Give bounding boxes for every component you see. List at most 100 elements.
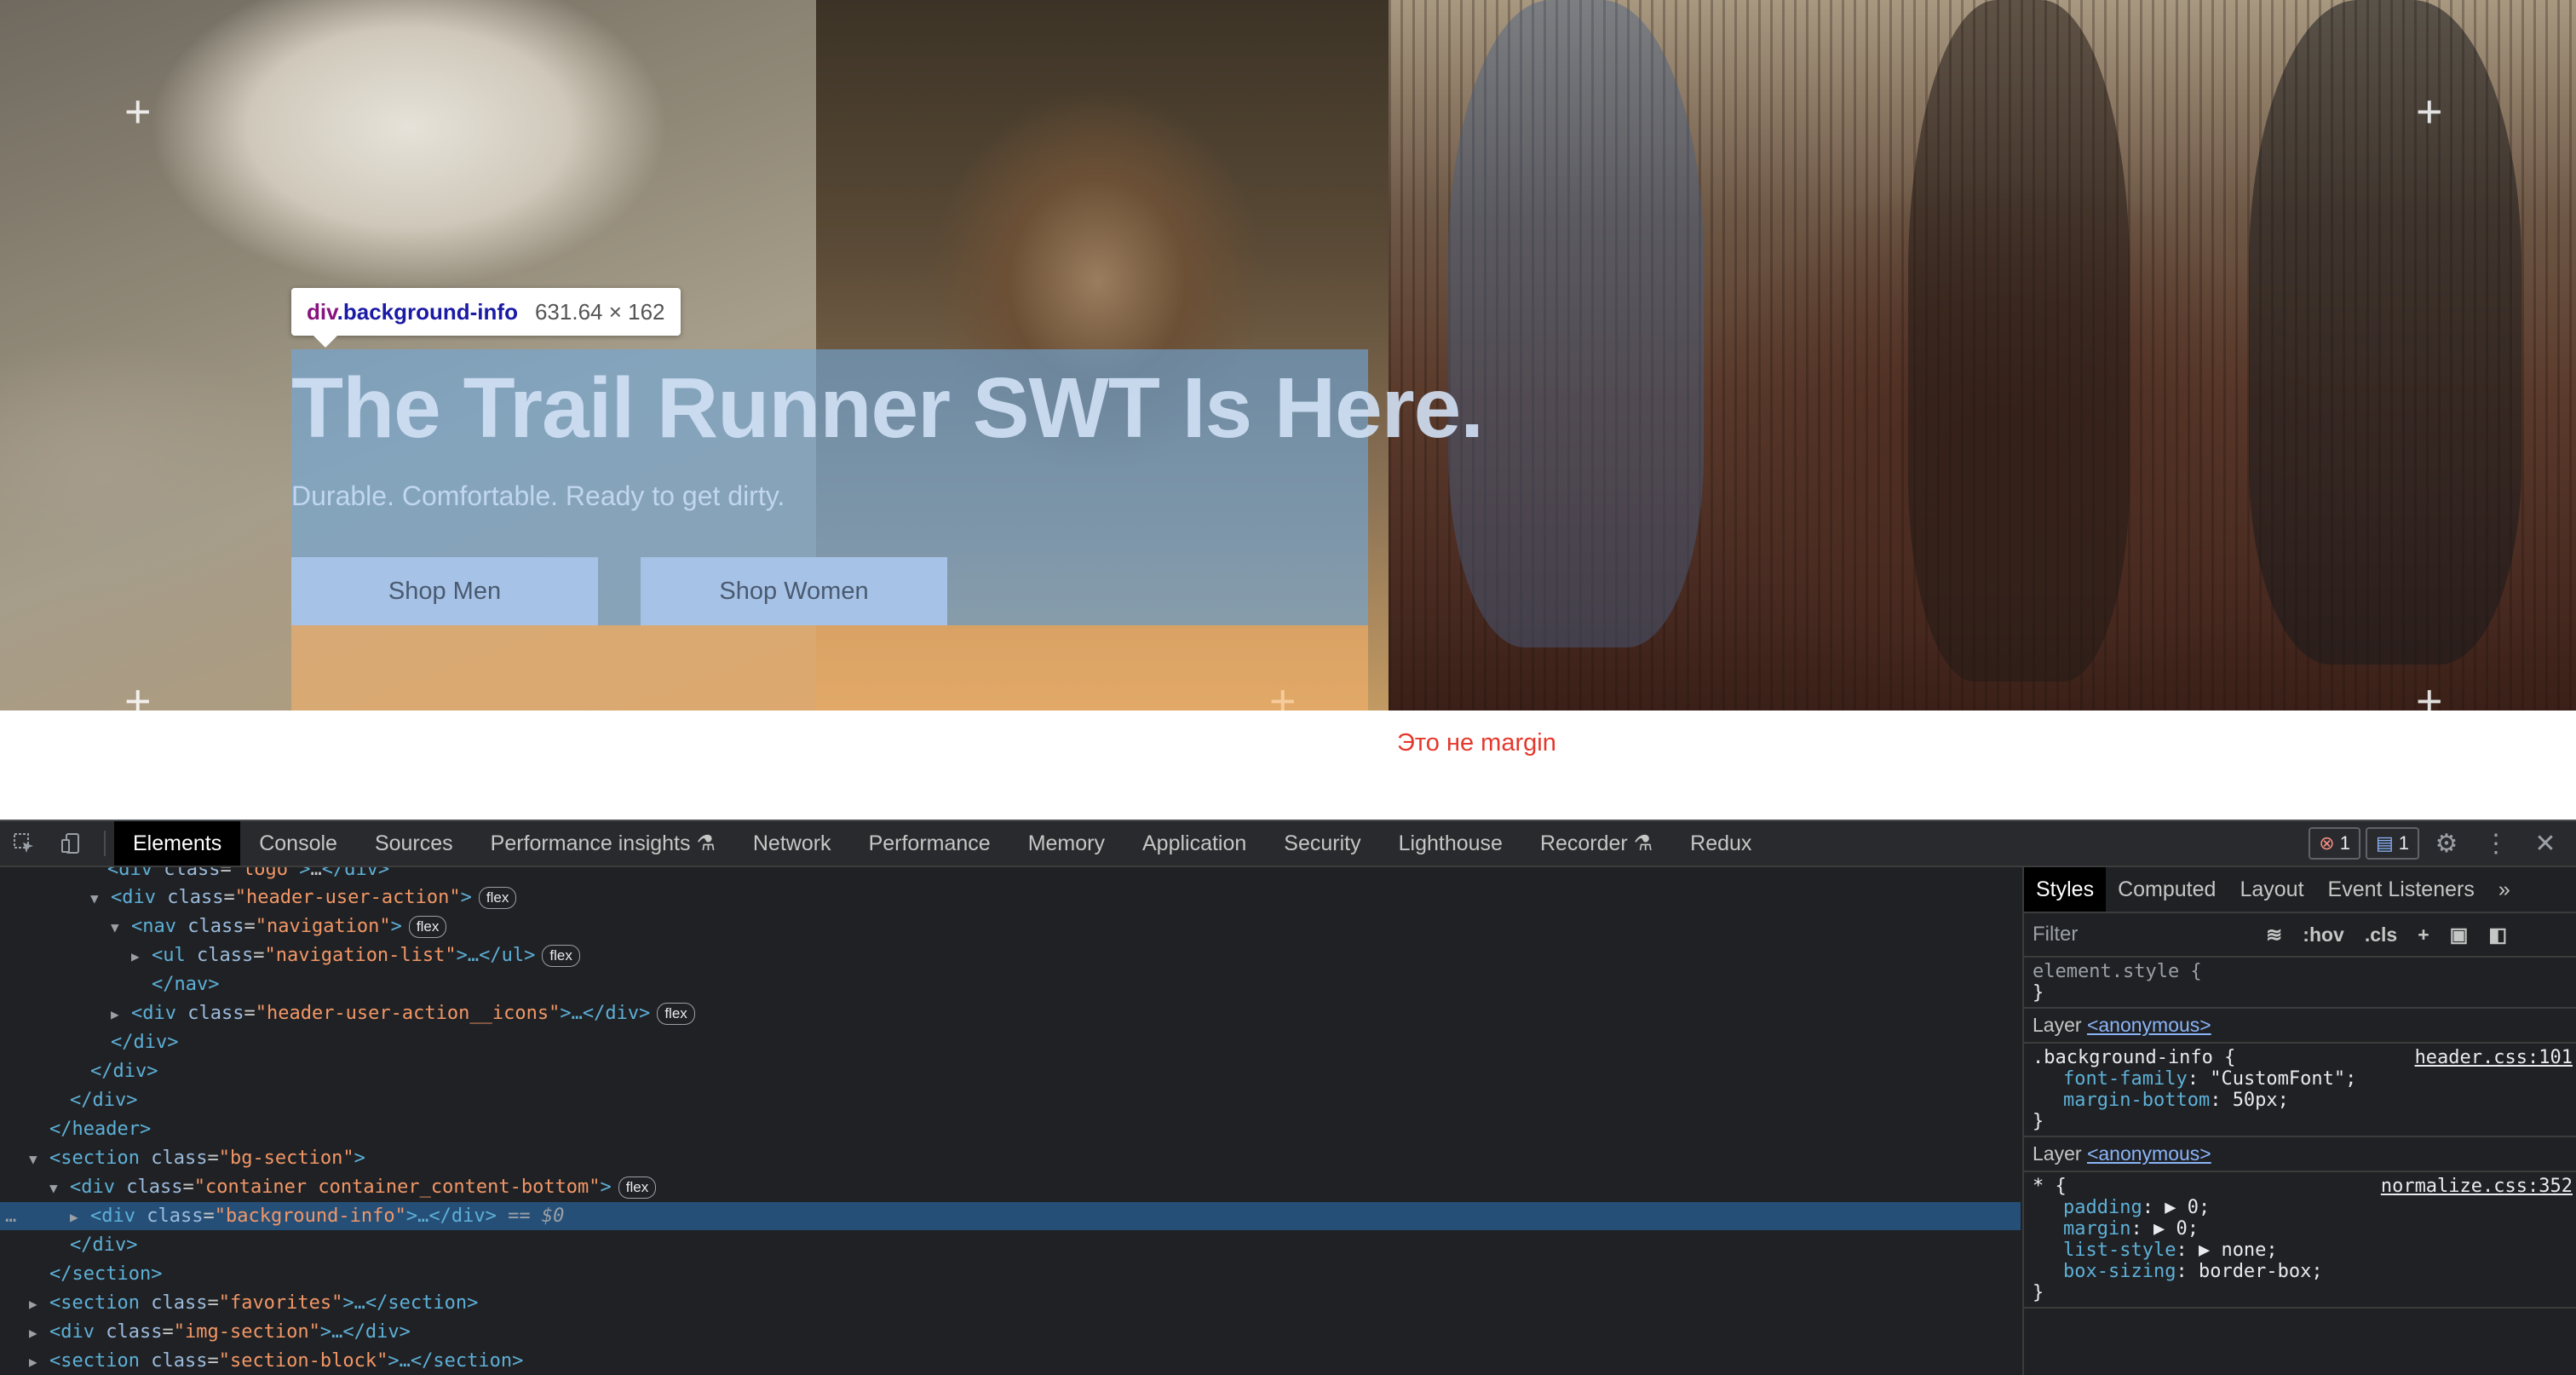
hero-section: + + + + + The Trail Runner SWT Is Here. … xyxy=(0,0,2576,711)
expand-toggle-icon[interactable]: ▶ xyxy=(111,1000,131,1028)
tab-redux[interactable]: Redux xyxy=(1671,821,1770,866)
tree-node[interactable]: </header> xyxy=(0,1115,2021,1143)
plus-mark-icon: + xyxy=(2416,676,2443,711)
more-options-icon[interactable]: ⋮ xyxy=(2474,821,2518,866)
tab-application[interactable]: Application xyxy=(1124,821,1265,866)
tree-node[interactable]: ▶ <ul class="navigation-list">…</ul> flex xyxy=(0,941,2021,969)
flex-badge[interactable]: flex xyxy=(618,1177,657,1199)
tab-performance-insights[interactable]: Performance insights ⚗ xyxy=(472,821,734,866)
inspect-element-icon[interactable] xyxy=(0,821,48,866)
css-property[interactable]: box-sizing: border-box; xyxy=(2033,1261,2569,1282)
layer-link[interactable]: <anonymous> xyxy=(2087,1142,2211,1165)
tab-lighthouse[interactable]: Lighthouse xyxy=(1380,821,1521,866)
tree-node[interactable]: ▶ <div class="header-user-action__icons">… xyxy=(0,999,2021,1027)
paint-brush-icon[interactable]: ▣ xyxy=(2450,923,2469,946)
plus-mark-icon: + xyxy=(124,676,152,711)
more-tabs-icon[interactable]: » xyxy=(2487,867,2522,912)
tree-node[interactable]: </div> xyxy=(0,1086,2021,1114)
css-property[interactable]: margin-bottom: 50px; xyxy=(2033,1090,2569,1111)
tooltip-selector: div.background-info xyxy=(307,298,518,325)
close-devtools-icon[interactable]: ✕ xyxy=(2523,821,2567,866)
runner-figure-left xyxy=(1448,0,1704,647)
tree-node[interactable]: </div> xyxy=(0,1057,2021,1085)
expand-toggle-icon[interactable]: ▼ xyxy=(29,1145,49,1173)
toggle-sidebar-icon[interactable]: ◧ xyxy=(2488,923,2507,946)
toggle-renderer-icon[interactable]: ≋ xyxy=(2266,923,2282,946)
tree-node[interactable]: ▼ <nav class="navigation"> flex xyxy=(0,912,2021,941)
tree-node[interactable]: </nav> xyxy=(0,970,2021,998)
styles-filter-bar: Filter ≋ :hov .cls + ▣ ◧ xyxy=(2024,913,2576,958)
expand-toggle-icon[interactable]: ▶ xyxy=(131,942,152,970)
flask-icon: ⚗ xyxy=(696,831,716,855)
shop-men-button[interactable]: Shop Men xyxy=(291,557,598,625)
background-info-rule: header.css:101 .background-info { font-f… xyxy=(2024,1044,2576,1137)
tree-node[interactable]: ▼ <div class="container container_content… xyxy=(0,1173,2021,1201)
tree-node[interactable]: ▶ <div class="img-section">…</div> xyxy=(0,1318,2021,1346)
tree-node[interactable]: ▼ <section class="bg-section"> xyxy=(0,1144,2021,1172)
css-property[interactable]: padding: ▶ 0; xyxy=(2033,1197,2569,1218)
cls-toggle[interactable]: .cls xyxy=(2365,923,2397,946)
devtools-toolbar: Elements Console Sources Performance ins… xyxy=(0,820,2576,867)
inspect-tooltip: div.background-info 631.64 × 162 xyxy=(291,288,681,348)
tab-recorder[interactable]: Recorder ⚗ xyxy=(1521,821,1671,866)
hov-toggle[interactable]: :hov xyxy=(2303,923,2344,946)
error-badge[interactable]: ⊗ 1 xyxy=(2309,827,2360,860)
message-badge[interactable]: ▤ 1 xyxy=(2365,827,2419,860)
expand-toggle-icon[interactable]: ▶ xyxy=(29,1290,49,1318)
tab-security[interactable]: Security xyxy=(1265,821,1379,866)
flex-badge[interactable]: flex xyxy=(408,916,447,938)
tree-node[interactable]: ▶ <section class="favorites">…</section> xyxy=(0,1289,2021,1317)
shop-women-button[interactable]: Shop Women xyxy=(641,557,947,625)
flex-badge[interactable]: flex xyxy=(478,887,517,909)
tree-node[interactable]: </div> xyxy=(0,1231,2021,1259)
tab-console[interactable]: Console xyxy=(240,821,356,866)
settings-gear-icon[interactable]: ⚙ xyxy=(2424,821,2469,866)
runner-figure-middle xyxy=(1908,0,2130,682)
layer-link[interactable]: <anonymous> xyxy=(2087,1014,2211,1036)
rule-source-link[interactable]: header.css:101 xyxy=(2415,1047,2573,1068)
flex-badge[interactable]: flex xyxy=(657,1003,695,1025)
element-style-rule: element.style { } xyxy=(2024,958,2576,1009)
tree-node[interactable]: ▶ <section class="section-block">…</secti… xyxy=(0,1347,2021,1375)
plus-mark-icon: + xyxy=(2416,86,2443,137)
new-rule-plus-icon[interactable]: + xyxy=(2418,923,2429,946)
background-info: The Trail Runner SWT Is Here. Durable. C… xyxy=(291,349,1484,625)
flex-badge[interactable]: flex xyxy=(542,945,580,967)
tab-event-listeners[interactable]: Event Listeners xyxy=(2316,867,2487,912)
annotation-note: Это не margin xyxy=(1397,729,1556,757)
tree-node[interactable]: </div> xyxy=(0,1028,2021,1056)
css-property[interactable]: margin: ▶ 0; xyxy=(2033,1218,2569,1240)
css-property[interactable]: font-family: "CustomFont"; xyxy=(2033,1068,2569,1090)
tree-node-selected[interactable]: … ▶ <div class="background-info">…</div> =… xyxy=(0,1202,2021,1230)
node-actions-icon[interactable]: … xyxy=(5,1202,16,1230)
margin-highlight xyxy=(291,625,1368,711)
tree-node[interactable]: <div class="logo">…</div> xyxy=(0,867,2021,883)
styles-pane: Styles Computed Layout Event Listeners »… xyxy=(2022,867,2576,1375)
hero-subtitle: Durable. Comfortable. Ready to get dirty… xyxy=(291,480,785,511)
tab-styles[interactable]: Styles xyxy=(2024,867,2107,912)
tab-elements[interactable]: Elements xyxy=(114,821,241,866)
tab-layout[interactable]: Layout xyxy=(2228,867,2315,912)
expand-toggle-icon[interactable]: ▼ xyxy=(49,1174,70,1202)
elements-tree: <div class="logo">…</div> ▼ <div class="he… xyxy=(0,867,2021,1375)
expand-toggle-icon[interactable]: ▼ xyxy=(90,884,111,912)
css-property[interactable]: list-style: ▶ none; xyxy=(2033,1240,2569,1261)
expand-toggle-icon[interactable]: ▶ xyxy=(29,1348,49,1375)
expand-toggle-icon[interactable]: ▶ xyxy=(70,1203,90,1231)
rule-source-link[interactable]: normalize.css:352 xyxy=(2381,1176,2573,1197)
tab-network[interactable]: Network xyxy=(734,821,850,866)
tab-performance[interactable]: Performance xyxy=(850,821,1009,866)
tooltip-size: 631.64 × 162 xyxy=(534,298,665,325)
expand-toggle-icon[interactable]: ▼ xyxy=(111,913,131,941)
layer-header: Layer <anonymous> xyxy=(2024,1137,2576,1172)
flask-icon: ⚗ xyxy=(1633,831,1653,855)
hero-title: The Trail Runner SWT Is Here. xyxy=(291,360,1484,456)
tree-node[interactable]: ▼ <div class="header-user-action"> flex xyxy=(0,883,2021,912)
expand-toggle-icon[interactable]: ▶ xyxy=(29,1319,49,1347)
tab-computed[interactable]: Computed xyxy=(2106,867,2228,912)
device-toolbar-icon[interactable] xyxy=(48,821,95,866)
tree-node[interactable]: </section> xyxy=(0,1260,2021,1288)
filter-input[interactable]: Filter xyxy=(2033,923,2245,946)
tab-sources[interactable]: Sources xyxy=(356,821,472,866)
tab-memory[interactable]: Memory xyxy=(1009,821,1124,866)
